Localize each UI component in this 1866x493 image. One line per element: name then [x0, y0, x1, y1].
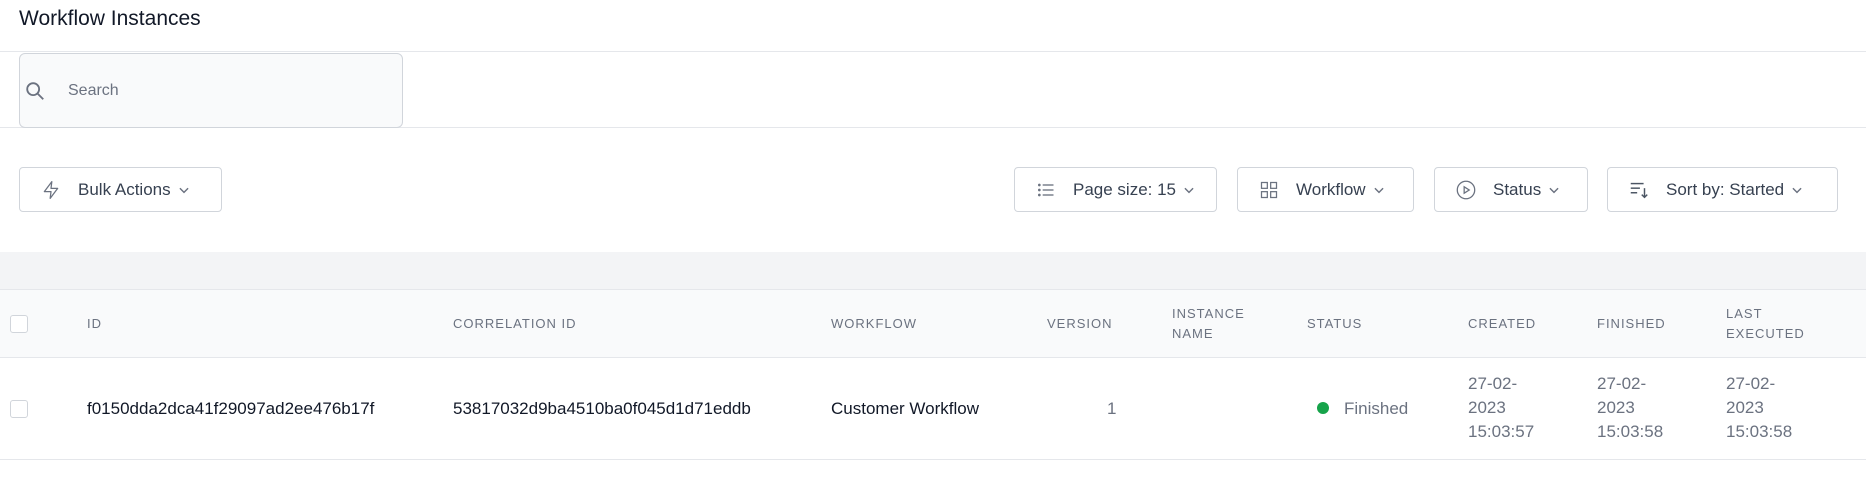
- page-title: Workflow Instances: [19, 7, 201, 30]
- status-filter-label: Status: [1493, 179, 1542, 199]
- version-value: 1: [1107, 399, 1117, 418]
- column-header-id[interactable]: ID: [87, 314, 102, 334]
- last-executed-date: 27-02-: [1726, 374, 1776, 393]
- table-header: ID CORRELATION ID WORKFLOW VERSION INSTA…: [0, 290, 1866, 358]
- status-label: Finished: [1344, 399, 1409, 418]
- toolbar: Bulk Actions Page size: 15 Workflow Stat…: [0, 128, 1866, 252]
- correlation-id: 53817032d9ba4510ba0f045d1d71eddb: [453, 399, 751, 418]
- column-header-instance-name[interactable]: INSTANCE NAME: [1172, 304, 1245, 344]
- page-size-label: Page size: 15: [1073, 179, 1177, 199]
- last-executed-time: 15:03:58: [1726, 422, 1793, 441]
- finished-timestamp: 27-02- 2023 15:03:58: [1597, 372, 1663, 444]
- column-header-instance-name-line1: INSTANCE: [1172, 306, 1245, 321]
- search-bar: [0, 52, 1866, 128]
- column-header-instance-name-line2: NAME: [1172, 326, 1214, 341]
- table-top-spacer: [0, 252, 1866, 290]
- finished-time: 15:03:58: [1597, 422, 1664, 441]
- bulk-actions-label: Bulk Actions: [78, 179, 171, 199]
- bulk-actions-button[interactable]: Bulk Actions: [19, 167, 222, 212]
- page-size-dropdown[interactable]: Page size: 15: [1014, 167, 1217, 212]
- search-input[interactable]: [68, 76, 388, 106]
- list-icon: [1035, 179, 1057, 201]
- column-header-finished[interactable]: FINISHED: [1597, 314, 1666, 334]
- column-header-version[interactable]: VERSION: [1047, 314, 1113, 334]
- table-row[interactable]: f0150dda2dca41f29097ad2ee476b17f 5381703…: [0, 358, 1866, 460]
- chevron-down-icon: [1549, 187, 1559, 193]
- column-header-correlation-id[interactable]: CORRELATION ID: [453, 314, 577, 334]
- column-header-last-executed-line1: LAST: [1726, 306, 1763, 321]
- workflow-filter-dropdown[interactable]: Workflow: [1237, 167, 1414, 212]
- column-header-created[interactable]: CREATED: [1468, 314, 1536, 334]
- chevron-down-icon: [1373, 187, 1384, 193]
- lightning-icon: [40, 179, 62, 201]
- select-all-checkbox[interactable]: [10, 315, 28, 333]
- workflow-filter-label: Workflow: [1296, 179, 1366, 199]
- column-header-last-executed-line2: EXECUTED: [1726, 326, 1805, 341]
- created-year: 2023: [1468, 398, 1506, 417]
- status-indicator-dot: [1317, 401, 1329, 414]
- chevron-down-icon: [179, 187, 189, 193]
- instance-id-link[interactable]: f0150dda2dca41f29097ad2ee476b17f: [87, 397, 374, 421]
- chevron-down-icon: [1792, 187, 1802, 193]
- row-checkbox[interactable]: [10, 400, 28, 418]
- workflow-name-link[interactable]: Customer Workflow: [831, 397, 979, 421]
- status-filter-dropdown[interactable]: Status: [1434, 167, 1588, 212]
- sort-icon: [1628, 179, 1650, 201]
- play-circle-icon: [1455, 179, 1477, 201]
- sort-by-dropdown[interactable]: Sort by: Started: [1607, 167, 1838, 212]
- sort-by-label: Sort by: Started: [1666, 179, 1785, 199]
- chevron-down-icon: [1184, 187, 1194, 193]
- last-executed-timestamp: 27-02- 2023 15:03:58: [1726, 372, 1792, 444]
- search-icon: [26, 82, 44, 100]
- created-time: 15:03:57: [1468, 422, 1535, 441]
- finished-year: 2023: [1597, 398, 1635, 417]
- last-executed-year: 2023: [1726, 398, 1764, 417]
- page-header: Workflow Instances: [0, 0, 1866, 52]
- search-box[interactable]: [19, 53, 403, 128]
- created-timestamp: 27-02- 2023 15:03:57: [1468, 372, 1534, 444]
- finished-date: 27-02-: [1597, 374, 1647, 393]
- column-header-workflow[interactable]: WORKFLOW: [831, 314, 917, 334]
- status-badge: Finished: [1317, 397, 1408, 421]
- column-header-last-executed[interactable]: LAST EXECUTED: [1726, 304, 1805, 344]
- column-header-status[interactable]: STATUS: [1307, 314, 1362, 334]
- grid-icon: [1258, 179, 1280, 201]
- created-date: 27-02-: [1468, 374, 1518, 393]
